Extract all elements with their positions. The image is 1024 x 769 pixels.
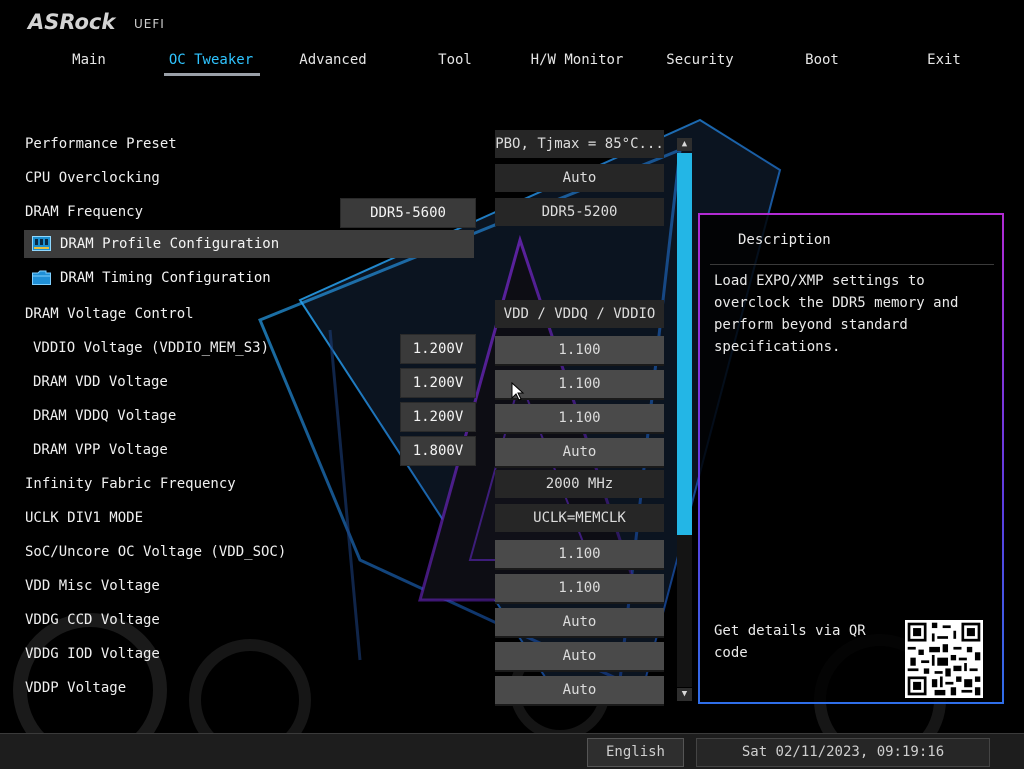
performance-preset-value[interactable]: PBO, Tjmax = 85°C... — [495, 130, 664, 158]
settings-scrollbar: ▲ ▼ — [0, 0, 692, 701]
description-panel: Description Load EXPO/XMP settings to ov… — [698, 213, 1004, 704]
setting-label: DRAM Voltage Control — [25, 306, 194, 322]
setting-label: VDDG IOD Voltage — [25, 646, 160, 662]
tab-advanced[interactable]: Advanced — [272, 52, 394, 68]
setting-vddg-iod-voltage[interactable]: VDDG IOD Voltage — [25, 639, 475, 669]
vddg-ccd-voltage-value[interactable]: Auto — [495, 608, 664, 638]
setting-label: DRAM VDD Voltage — [33, 374, 168, 390]
status-bar: English Sat 02/11/2023, 09:19:16 — [0, 733, 1024, 769]
setting-vddg-ccd-voltage[interactable]: VDDG CCD Voltage — [25, 605, 475, 635]
vddio-voltage-value[interactable]: 1.100 — [495, 336, 664, 366]
setting-performance-preset[interactable]: Performance Preset — [25, 129, 475, 159]
vddio-voltage-current: 1.200V — [400, 334, 476, 364]
folder-icon — [32, 270, 51, 285]
dram-voltage-control-value[interactable]: VDD / VDDQ / VDDIO — [495, 300, 664, 328]
setting-label: UCLK DIV1 MODE — [25, 510, 144, 526]
setting-label: VDDG CCD Voltage — [25, 612, 160, 628]
setting-label: VDD Misc Voltage — [25, 578, 160, 594]
description-divider — [710, 264, 994, 265]
scrollbar-track[interactable] — [677, 153, 692, 687]
setting-label: Infinity Fabric Frequency — [25, 476, 236, 492]
tab-tool[interactable]: Tool — [394, 52, 516, 68]
setting-label: DRAM Frequency — [25, 204, 144, 220]
dram-vddq-voltage-current: 1.200V — [400, 402, 476, 432]
submenu-dram-profile-configuration[interactable]: DRAM Profile Configuration — [24, 230, 474, 258]
setting-soc-uncore-oc-voltage[interactable]: SoC/Uncore OC Voltage (VDD_SOC) — [25, 537, 475, 567]
main-tabs: Main OC Tweaker Advanced Tool H/W Monito… — [28, 52, 1006, 78]
setting-label: VDDP Voltage — [25, 680, 127, 696]
submenu-dram-timing-configuration[interactable]: DRAM Timing Configuration — [24, 264, 474, 292]
dram-frequency-value[interactable]: DDR5-5200 — [495, 198, 664, 226]
dram-vpp-voltage-value[interactable]: Auto — [495, 438, 664, 468]
setting-label: VDDIO Voltage (VDDIO_MEM_S3) — [33, 340, 270, 356]
active-tab-indicator — [164, 73, 260, 76]
setting-label: DRAM VPP Voltage — [33, 442, 168, 458]
tab-hw-monitor[interactable]: H/W Monitor — [516, 52, 638, 68]
tab-main[interactable]: Main — [28, 52, 150, 68]
dram-frequency-current: DDR5-5600 — [340, 198, 476, 228]
setting-dram-voltage-control[interactable]: DRAM Voltage Control — [25, 299, 475, 329]
asrock-logo: ASRock — [28, 10, 116, 34]
language-button[interactable]: English — [587, 738, 684, 767]
qr-details-label: Get details via QR code — [714, 623, 866, 661]
dram-vpp-voltage-current: 1.800V — [400, 436, 476, 466]
tab-boot[interactable]: Boot — [761, 52, 883, 68]
setting-label: SoC/Uncore OC Voltage (VDD_SOC) — [25, 544, 287, 560]
submenu-label: DRAM Timing Configuration — [60, 270, 271, 286]
mouse-pointer-icon — [511, 382, 525, 401]
date-time-display: Sat 02/11/2023, 09:19:16 — [696, 738, 990, 767]
tab-security[interactable]: Security — [639, 52, 761, 68]
memory-module-icon — [32, 236, 51, 251]
setting-uclk-div1-mode[interactable]: UCLK DIV1 MODE — [25, 503, 475, 533]
infinity-fabric-frequency-value[interactable]: 2000 MHz — [495, 470, 664, 498]
soc-uncore-oc-voltage-value[interactable]: 1.100 — [495, 540, 664, 570]
setting-cpu-overclocking[interactable]: CPU Overclocking — [25, 163, 475, 193]
cpu-overclocking-value[interactable]: Auto — [495, 164, 664, 192]
uefi-label: UEFI — [134, 17, 165, 31]
vdd-misc-voltage-value[interactable]: 1.100 — [495, 574, 664, 604]
setting-vdd-misc-voltage[interactable]: VDD Misc Voltage — [25, 571, 475, 601]
setting-infinity-fabric-frequency[interactable]: Infinity Fabric Frequency — [25, 469, 475, 499]
submenu-label: DRAM Profile Configuration — [60, 236, 280, 252]
vddg-iod-voltage-value[interactable]: Auto — [495, 642, 664, 672]
setting-label: Performance Preset — [25, 136, 177, 152]
uclk-div1-mode-value[interactable]: UCLK=MEMCLK — [495, 504, 664, 532]
dram-vddq-voltage-value[interactable]: 1.100 — [495, 404, 664, 434]
scroll-down-arrow-icon[interactable]: ▼ — [677, 688, 692, 701]
tab-exit[interactable]: Exit — [883, 52, 1005, 68]
vddp-voltage-value[interactable]: Auto — [495, 676, 664, 706]
scrollbar-thumb[interactable] — [677, 153, 692, 535]
description-title: Description — [738, 232, 831, 248]
dram-vdd-voltage-current: 1.200V — [400, 368, 476, 398]
qr-code-icon — [905, 620, 983, 698]
setting-label: DRAM VDDQ Voltage — [33, 408, 177, 424]
setting-vddp-voltage[interactable]: VDDP Voltage — [25, 673, 475, 703]
description-text: Load EXPO/XMP settings to overclock the … — [714, 273, 959, 355]
tab-oc-tweaker[interactable]: OC Tweaker — [150, 52, 272, 68]
setting-label: CPU Overclocking — [25, 170, 160, 186]
scroll-up-arrow-icon[interactable]: ▲ — [677, 138, 692, 151]
